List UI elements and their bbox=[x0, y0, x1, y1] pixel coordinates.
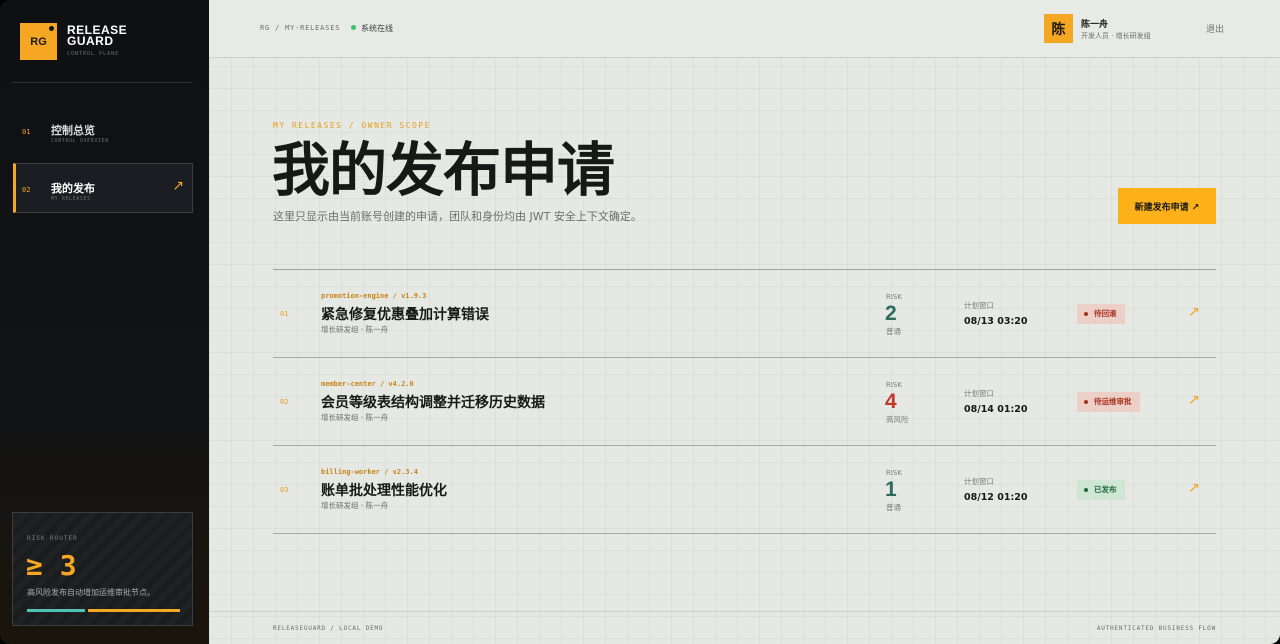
scheduled-window: 08/12 01:20 bbox=[964, 492, 1028, 503]
risk-label: RISK bbox=[886, 293, 902, 301]
footer-right-text: AUTHENTICATED BUSINESS FLOW bbox=[1096, 625, 1216, 632]
footer: RELEASEGUARD / LOCAL DEMO AUTHENTICATED … bbox=[209, 611, 1280, 644]
page-title: 我的发布申请 bbox=[272, 136, 615, 204]
sidebar-item-my-releases[interactable]: 02 我的发布 MY RELEASES ↗ bbox=[13, 163, 193, 213]
sidebar-divider bbox=[12, 82, 193, 83]
arrow-up-right-icon: ↗ bbox=[172, 178, 184, 194]
brand-subtitle: CONTROL PLANE bbox=[67, 51, 120, 57]
avatar[interactable]: 陈 bbox=[1044, 14, 1073, 43]
risk-threshold-value: ≥ 3 bbox=[26, 549, 77, 582]
top-bar: RG / MY-RELEASES 系统在线 陈 陈一舟 开发人员 · 增长研发组… bbox=[209, 0, 1280, 58]
nav-sublabel: MY RELEASES bbox=[51, 196, 91, 202]
brand-name: RELEASE GUARD bbox=[67, 23, 128, 48]
risk-bar-normal bbox=[27, 609, 85, 612]
user-name: 陈一舟 bbox=[1081, 20, 1109, 30]
risk-level: 普通 bbox=[886, 327, 901, 336]
nav-number: 02 bbox=[22, 186, 31, 194]
service-version: member-center / v4.2.0 bbox=[321, 380, 414, 388]
sidebar-item-control-overview[interactable]: 01 控制总览 CONTROL OVERVIEW bbox=[13, 106, 193, 156]
release-row[interactable]: 01 promotion-engine / v1.9.3 紧急修复优惠叠加计算错… bbox=[273, 270, 1216, 358]
scheduled-window: 08/14 01:20 bbox=[964, 404, 1028, 415]
service-version: billing-worker / v2.3.4 bbox=[321, 468, 418, 476]
brand-logo-text: RG bbox=[30, 35, 47, 48]
risk-label: RISK bbox=[886, 469, 902, 477]
nav-number: 01 bbox=[22, 128, 31, 136]
release-row[interactable]: 03 billing-worker / v2.3.4 账单批处理性能优化 增长研… bbox=[273, 446, 1216, 534]
window-label: 计划窗口 bbox=[964, 301, 994, 310]
user-role: 开发人员 · 增长研发组 bbox=[1081, 32, 1151, 40]
release-meta: 增长研发组 · 陈一舟 bbox=[321, 501, 389, 510]
release-title[interactable]: 账单批处理性能优化 bbox=[321, 480, 447, 500]
risk-score: 4 bbox=[885, 390, 897, 413]
sidebar: RG RELEASE GUARD CONTROL PLANE 01 控制总览 C… bbox=[0, 0, 209, 644]
window-label: 计划窗口 bbox=[964, 389, 994, 398]
release-meta: 增长研发组 · 陈一舟 bbox=[321, 325, 389, 334]
nav-label: 控制总览 bbox=[51, 124, 95, 137]
online-status-icon bbox=[351, 25, 356, 30]
logout-button[interactable]: 退出 bbox=[1206, 22, 1224, 35]
risk-score: 1 bbox=[885, 478, 897, 501]
risk-score: 2 bbox=[885, 302, 897, 325]
status-badge: 已发布 bbox=[1077, 480, 1125, 500]
arrow-up-right-icon[interactable]: ↗ bbox=[1188, 304, 1200, 320]
new-release-button[interactable]: 新建发布申请 ↗ bbox=[1118, 188, 1216, 224]
nav-label: 我的发布 bbox=[51, 182, 95, 195]
page-description: 这里只显示由当前账号创建的申请，团队和身份均由 JWT 安全上下文确定。 bbox=[273, 210, 642, 223]
row-number: 02 bbox=[280, 398, 289, 406]
risk-card-description: 高风险发布自动增加运维审批节点。 bbox=[27, 588, 155, 597]
risk-router-card: RISK ROUTER ≥ 3 高风险发布自动增加运维审批节点。 bbox=[12, 512, 193, 626]
brand-logo[interactable]: RG bbox=[20, 23, 57, 60]
risk-level: 高风险 bbox=[886, 415, 909, 424]
arrow-up-right-icon[interactable]: ↗ bbox=[1188, 392, 1200, 408]
risk-level: 普通 bbox=[886, 503, 901, 512]
release-row[interactable]: 02 member-center / v4.2.0 会员等级表结构调整并迁移历史… bbox=[273, 358, 1216, 446]
nav-sublabel: CONTROL OVERVIEW bbox=[51, 138, 109, 144]
main-content: RG / MY-RELEASES 系统在线 陈 陈一舟 开发人员 · 增长研发组… bbox=[209, 0, 1280, 644]
service-version: promotion-engine / v1.9.3 bbox=[321, 292, 427, 300]
scheduled-window: 08/13 03:20 bbox=[964, 316, 1028, 327]
release-title[interactable]: 紧急修复优惠叠加计算错误 bbox=[321, 304, 489, 324]
app-window: RG RELEASE GUARD CONTROL PLANE 01 控制总览 C… bbox=[0, 0, 1280, 644]
window-label: 计划窗口 bbox=[964, 477, 994, 486]
risk-bar-high bbox=[88, 609, 180, 612]
row-number: 03 bbox=[280, 486, 289, 494]
risk-label: RISK bbox=[886, 381, 902, 389]
release-meta: 增长研发组 · 陈一舟 bbox=[321, 413, 389, 422]
footer-left-text: RELEASEGUARD / LOCAL DEMO bbox=[273, 625, 384, 632]
breadcrumb: RG / MY-RELEASES bbox=[260, 24, 341, 32]
system-status: 系统在线 bbox=[361, 24, 393, 33]
page-eyebrow: MY RELEASES / OWNER SCOPE bbox=[273, 121, 431, 130]
status-badge: 待回滚 bbox=[1077, 304, 1125, 324]
risk-card-title: RISK ROUTER bbox=[27, 535, 78, 542]
row-number: 01 bbox=[280, 310, 289, 318]
status-badge: 待运维审批 bbox=[1077, 392, 1140, 412]
release-title[interactable]: 会员等级表结构调整并迁移历史数据 bbox=[321, 392, 545, 412]
arrow-up-right-icon[interactable]: ↗ bbox=[1188, 480, 1200, 496]
logo-dot-icon bbox=[49, 26, 54, 31]
